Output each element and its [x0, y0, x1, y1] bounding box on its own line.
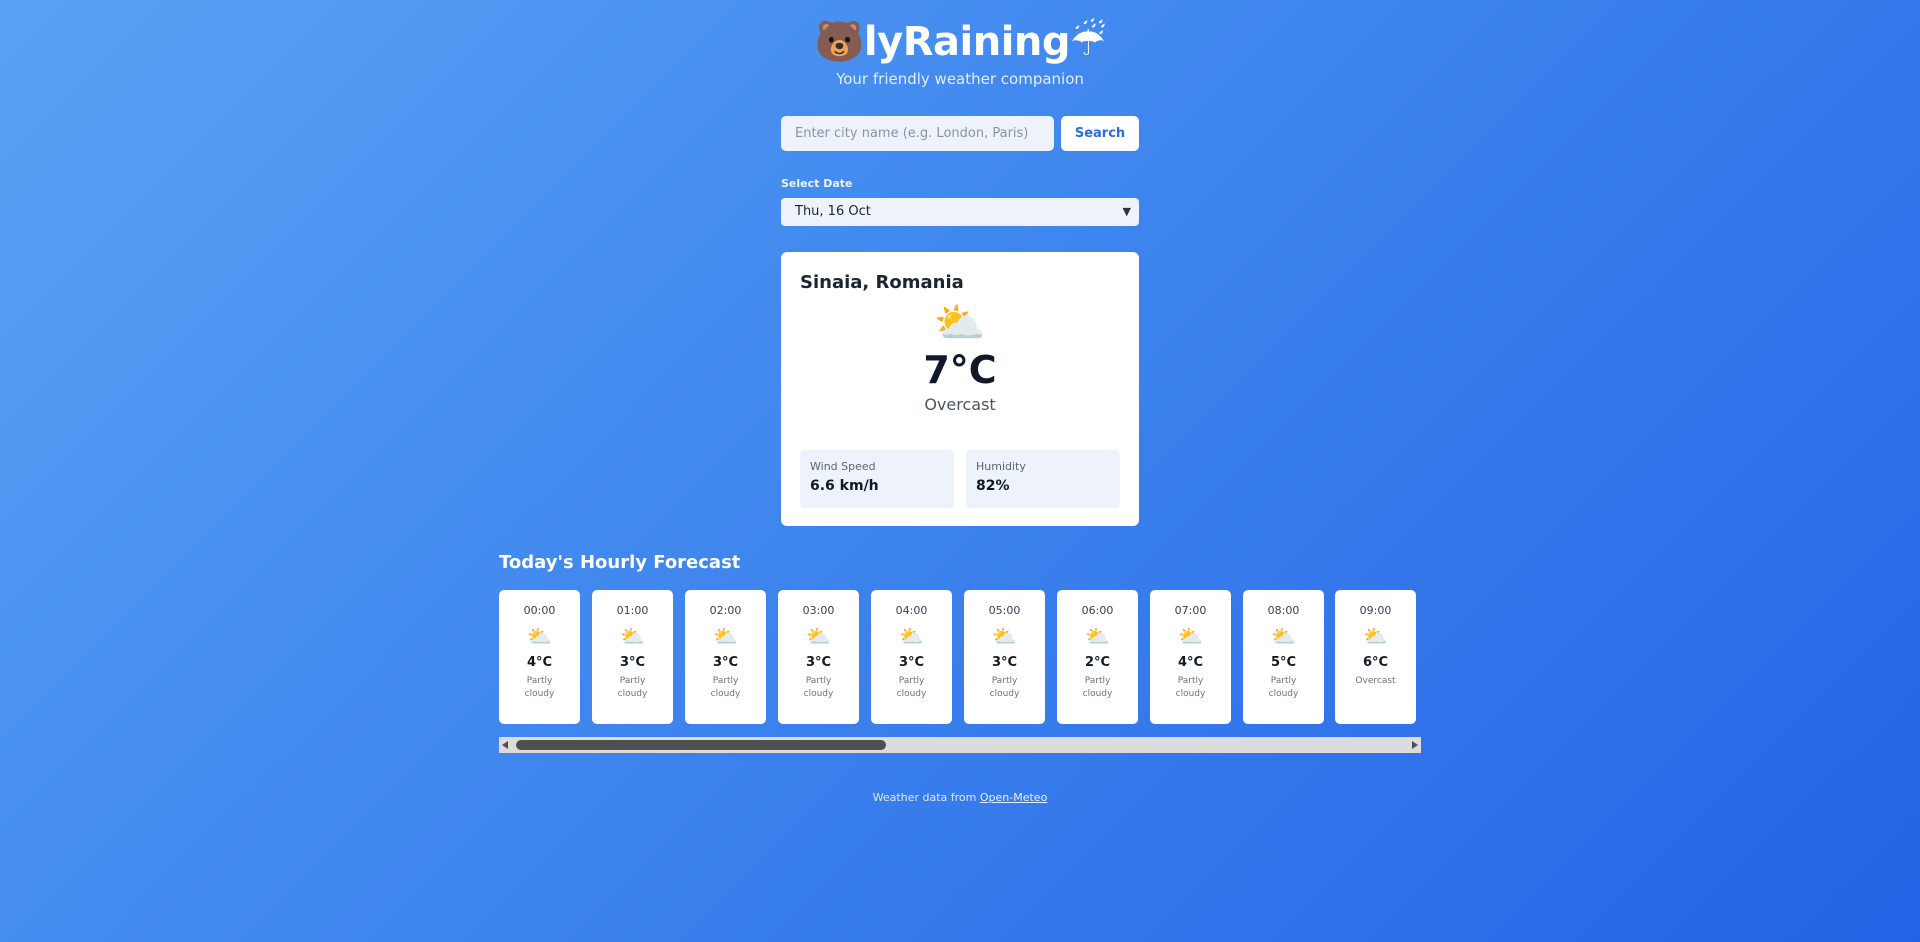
hour-time: 05:00 [988, 604, 1021, 617]
hour-time: 03:00 [802, 604, 835, 617]
hour-temperature: 5°C [1270, 655, 1297, 670]
partly-cloudy-icon: ⛅ [933, 298, 987, 347]
hour-temperature: 4°C [526, 655, 553, 670]
hour-condition: Partly cloudy [1082, 676, 1113, 699]
date-label: Select Date [781, 177, 853, 190]
partly-cloudy-icon: ⛅ [1178, 624, 1203, 648]
hour-card: 07:00 ⛅ 4°C Partly cloudy [1150, 590, 1231, 724]
hour-condition: Partly cloudy [1175, 676, 1206, 699]
hour-temperature: 4°C [1177, 655, 1204, 670]
partly-cloudy-icon: ⛅ [527, 624, 552, 648]
search-row: Search [781, 116, 1139, 151]
partly-cloudy-icon: ⛅ [992, 624, 1017, 648]
umbrella-rain-icon: ☔ [1070, 19, 1106, 65]
footer-text: Weather data from [872, 791, 980, 804]
hour-card: 00:00 ⛅ 4°C Partly cloudy [499, 590, 580, 724]
hour-temperature: 2°C [1084, 655, 1111, 670]
weather-stats: Wind Speed 6.6 km/h Humidity 82% [800, 450, 1120, 508]
hour-time: 06:00 [1081, 604, 1114, 617]
wind-speed-value: 6.6 km/h [810, 478, 879, 494]
hour-condition: Partly cloudy [524, 676, 555, 699]
hour-time: 04:00 [895, 604, 928, 617]
humidity-label: Humidity [976, 460, 1026, 473]
hourly-forecast-strip[interactable]: 00:00 ⛅ 4°C Partly cloudy 01:00 ⛅ 3°C Pa… [499, 590, 1421, 726]
scroll-right-arrow-icon[interactable] [1412, 741, 1418, 749]
current-weather-card: Sinaia, Romania ⛅ 7°C Overcast Wind Spee… [781, 252, 1139, 526]
location-name: Sinaia, Romania [800, 272, 964, 293]
hour-card: 01:00 ⛅ 3°C Partly cloudy [592, 590, 673, 724]
hour-temperature: 3°C [898, 655, 925, 670]
date-select-value: Thu, 16 Oct [795, 204, 871, 219]
partly-cloudy-icon: ⛅ [1363, 624, 1388, 648]
partly-cloudy-icon: ⛅ [899, 624, 924, 648]
hour-condition: Partly cloudy [803, 676, 834, 699]
current-temperature: 7°C [923, 348, 997, 392]
hour-card: 06:00 ⛅ 2°C Partly cloudy [1057, 590, 1138, 724]
hour-card: 02:00 ⛅ 3°C Partly cloudy [685, 590, 766, 724]
hour-card: 03:00 ⛅ 3°C Partly cloudy [778, 590, 859, 724]
wind-speed-box: Wind Speed 6.6 km/h [800, 450, 954, 508]
search-button[interactable]: Search [1061, 116, 1139, 151]
hourly-scrollbar[interactable] [499, 737, 1421, 753]
date-select[interactable]: Thu, 16 Oct ▼ [781, 198, 1139, 226]
partly-cloudy-icon: ⛅ [1271, 624, 1296, 648]
hour-card: 09:00 ⛅ 6°C Overcast [1335, 590, 1416, 724]
humidity-box: Humidity 82% [966, 450, 1120, 508]
chevron-down-icon: ▼ [1122, 205, 1131, 218]
wind-speed-label: Wind Speed [810, 460, 876, 473]
scroll-left-arrow-icon[interactable] [502, 741, 508, 749]
hour-condition: Partly cloudy [1268, 676, 1299, 699]
app-tagline: Your friendly weather companion [836, 70, 1084, 88]
current-condition: Overcast [924, 395, 996, 414]
hour-condition: Partly cloudy [617, 676, 648, 699]
hour-condition: Overcast [1355, 676, 1396, 686]
hour-time: 07:00 [1174, 604, 1207, 617]
city-search-input[interactable] [781, 116, 1054, 151]
partly-cloudy-icon: ⛅ [620, 624, 645, 648]
hour-time: 09:00 [1359, 604, 1392, 617]
hour-condition: Partly cloudy [710, 676, 741, 699]
hour-card: 08:00 ⛅ 5°C Partly cloudy [1243, 590, 1324, 724]
hour-condition: Partly cloudy [989, 676, 1020, 699]
scroll-thumb[interactable] [516, 740, 886, 750]
app-header: 🐻lyRaining☔ Your friendly weather compan… [0, 18, 1920, 88]
hourly-forecast-title: Today's Hourly Forecast [499, 552, 741, 573]
hour-time: 08:00 [1267, 604, 1300, 617]
hour-temperature: 3°C [619, 655, 646, 670]
hour-condition: Partly cloudy [896, 676, 927, 699]
partly-cloudy-icon: ⛅ [806, 624, 831, 648]
hour-temperature: 3°C [991, 655, 1018, 670]
hour-temperature: 6°C [1362, 655, 1389, 670]
hour-time: 00:00 [523, 604, 556, 617]
app-title: lyRaining [863, 19, 1071, 65]
humidity-value: 82% [976, 478, 1010, 494]
hour-temperature: 3°C [805, 655, 832, 670]
app-logo: 🐻lyRaining☔ [0, 18, 1920, 66]
hour-temperature: 3°C [712, 655, 739, 670]
partly-cloudy-icon: ⛅ [1085, 624, 1110, 648]
hour-time: 02:00 [709, 604, 742, 617]
open-meteo-link[interactable]: Open-Meteo [980, 791, 1047, 804]
footer: Weather data from Open-Meteo [0, 791, 1920, 804]
hour-card: 05:00 ⛅ 3°C Partly cloudy [964, 590, 1045, 724]
hour-time: 01:00 [616, 604, 649, 617]
partly-cloudy-icon: ⛅ [713, 624, 738, 648]
bear-icon: 🐻 [814, 19, 865, 65]
hour-card: 04:00 ⛅ 3°C Partly cloudy [871, 590, 952, 724]
